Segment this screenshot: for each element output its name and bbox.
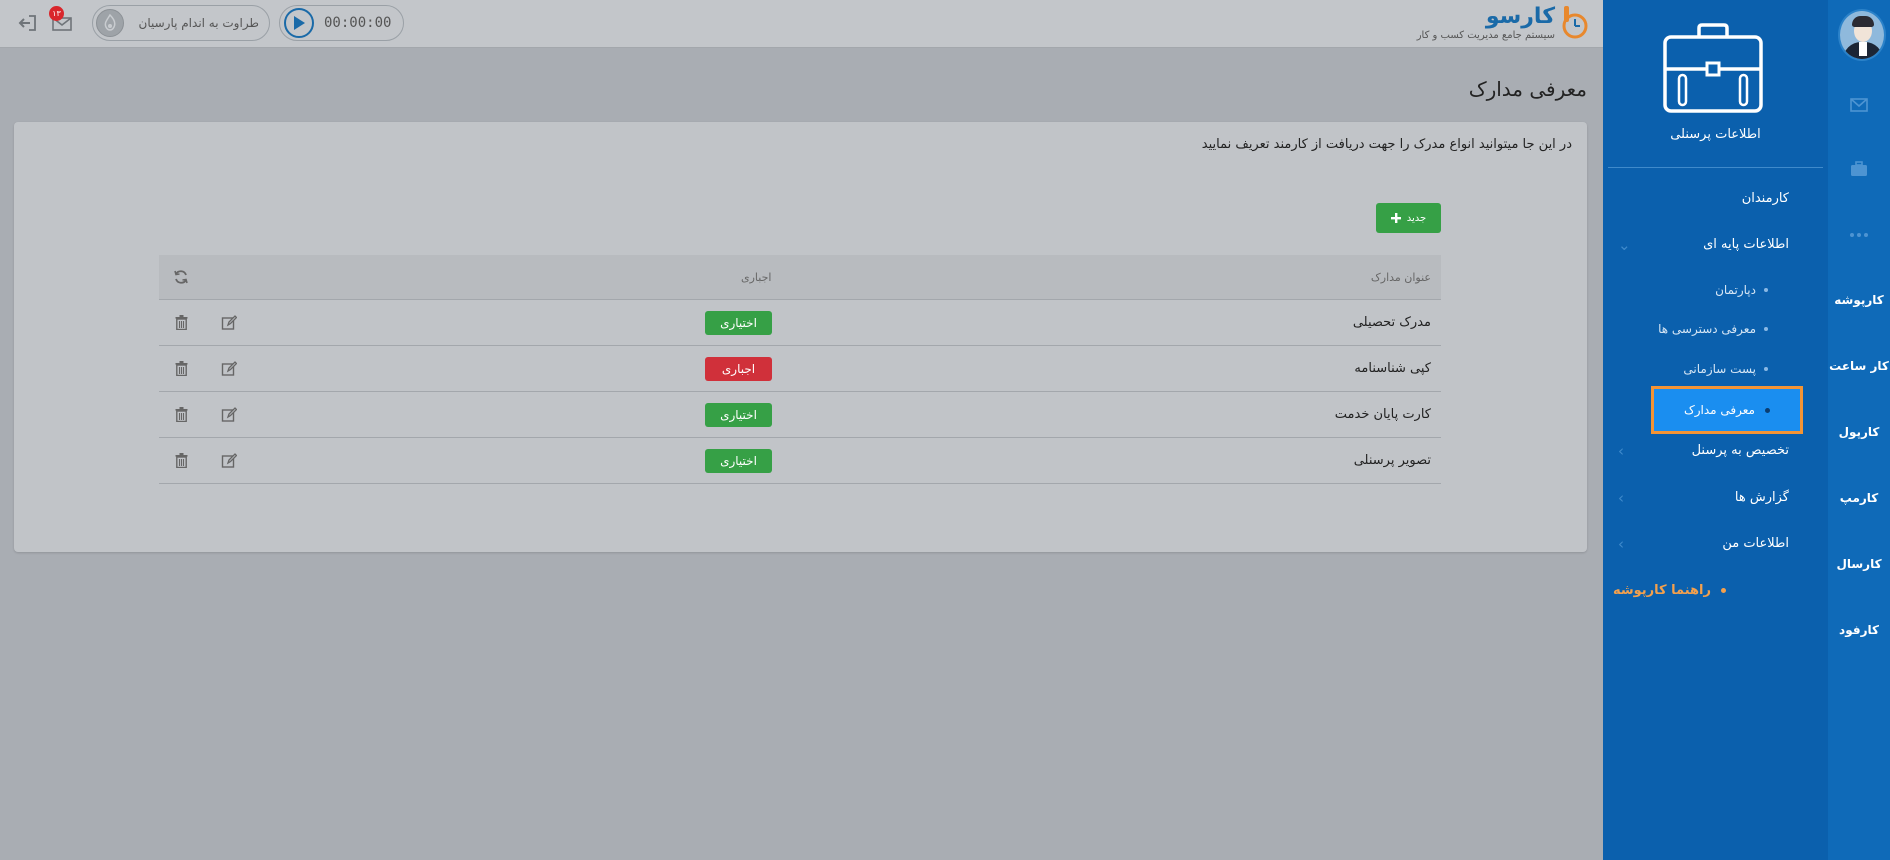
table-row: مدرک تحصیلی اختیاری (159, 300, 1441, 346)
edit-button[interactable] (221, 300, 237, 345)
sidebar-item-my-info[interactable]: اطلاعات من (1722, 536, 1789, 551)
edit-button[interactable] (221, 392, 237, 437)
header-title[interactable]: عنوان مدارک (1371, 255, 1431, 299)
table-row: کارت پایان خدمت اختیاری (159, 392, 1441, 438)
edit-icon (221, 314, 237, 330)
briefcase-small-icon[interactable] (1828, 157, 1890, 181)
messages-badge: ۱۳ (49, 6, 64, 21)
timer-value: 00:00:00 (324, 15, 392, 31)
stopwatch-logo-icon (1562, 6, 1588, 39)
document-title: تصویر پرسنلی (1353, 453, 1431, 468)
status-badge-cell: اختیاری (705, 438, 772, 483)
chevron-left-icon[interactable]: ‹ (1618, 491, 1624, 506)
logo-title: کارسو (1485, 4, 1555, 29)
table-row: کپی شناسنامه اجباری (159, 346, 1441, 392)
sidebar: اطلاعات پرسنلی کارمندان اطلاعات پایه ای … (1603, 0, 1828, 860)
rail-item-karmap[interactable]: کارمپ (1828, 491, 1890, 505)
sidebar-title: اطلاعات پرسنلی (1670, 127, 1761, 142)
documents-table: عنوان مدارک اجباری مدرک تحصیلی اختیاری ک… (159, 255, 1441, 484)
status-badge-cell: اختیاری (705, 392, 772, 437)
sidebar-divider (1608, 167, 1823, 168)
status-badge[interactable]: اجباری (705, 356, 772, 381)
rail-item-karsal[interactable]: کارسال (1828, 557, 1890, 571)
sidebar-subitem-department[interactable]: دپارتمان (1715, 283, 1768, 297)
delete-button[interactable] (175, 346, 188, 391)
trash-icon (175, 361, 188, 376)
avatar[interactable] (1838, 9, 1886, 61)
edit-button[interactable] (221, 438, 237, 483)
sign-out-icon (18, 15, 36, 31)
chevron-left-icon[interactable]: ‹ (1618, 444, 1624, 459)
header-required[interactable]: اجباری (741, 255, 771, 299)
trash-icon (175, 315, 188, 330)
company-selector[interactable]: طراوت به اندام پارسیان (92, 5, 270, 41)
bullet-dot (1764, 288, 1768, 292)
sidebar-item-reports[interactable]: گزارش ها (1735, 490, 1789, 505)
edit-icon (221, 406, 237, 422)
page-title: معرفی مدارک (1468, 77, 1587, 101)
bullet-dot (1764, 367, 1768, 371)
app-logo[interactable]: کارسو سیستم جامع مدیریت کسب و کار (1417, 4, 1589, 41)
table-row: تصویر پرسنلی اختیاری (159, 438, 1441, 484)
sidebar-item-basic-info[interactable]: اطلاعات پایه ای (1703, 237, 1789, 252)
sidebar-subitem-label: معرفی دسترسی ها (1658, 322, 1756, 336)
refresh-button[interactable] (173, 255, 189, 299)
delete-button[interactable] (175, 300, 188, 345)
company-logo-icon (96, 9, 124, 37)
trash-icon (175, 453, 188, 468)
rail-item-karposhe[interactable]: کارپوشه (1828, 293, 1890, 307)
content-card: در این جا میتوانید انواع مدرک را جهت دری… (14, 122, 1587, 552)
page-description: در این جا میتوانید انواع مدرک را جهت دری… (1201, 137, 1572, 152)
sidebar-subitem-label: معرفی مدارک (1684, 403, 1755, 417)
sidebar-subitem-label: پست سازمانی (1683, 362, 1756, 376)
sidebar-subitem-access[interactable]: معرفی دسترسی ها (1658, 322, 1768, 336)
plus-icon (1390, 213, 1401, 223)
status-badge[interactable]: اختیاری (705, 402, 772, 427)
bullet-dot (1764, 327, 1768, 331)
company-name: طراوت به اندام پارسیان (138, 16, 260, 30)
status-badge-cell: اختیاری (705, 300, 772, 345)
sidebar-subitem-label: دپارتمان (1715, 283, 1756, 297)
work-timer: 00:00:00 (279, 5, 404, 41)
top-header: کارسو سیستم جامع مدیریت کسب و کار 00:00:… (0, 0, 1603, 48)
chevron-down-icon[interactable]: ⌄ (1618, 238, 1631, 253)
envelope-icon[interactable] (1828, 93, 1890, 117)
status-badge-cell: اجباری (705, 346, 772, 391)
logo-subtitle: سیستم جامع مدیریت کسب و کار (1416, 30, 1555, 41)
status-badge[interactable]: اختیاری (705, 448, 772, 473)
edit-icon (221, 360, 237, 376)
edit-icon (221, 452, 237, 468)
table-header: عنوان مدارک اجباری (159, 255, 1441, 300)
rail-item-karpool[interactable]: کارپول (1828, 425, 1890, 439)
document-title: مدرک تحصیلی (1352, 315, 1431, 330)
add-new-button[interactable]: جدید (1376, 203, 1441, 233)
rail-item-karfood[interactable]: کارفود (1828, 623, 1890, 637)
bullet-dot (1721, 588, 1726, 593)
rail-item-karsaat[interactable]: کار ساعت (1828, 359, 1890, 373)
more-icon[interactable] (1828, 223, 1890, 247)
briefcase-icon (1663, 23, 1763, 113)
logout-button[interactable] (17, 14, 37, 32)
play-button[interactable] (284, 8, 314, 38)
edit-button[interactable] (221, 346, 237, 391)
add-new-label: جدید (1406, 212, 1427, 224)
document-title: کارت پایان خدمت (1334, 407, 1431, 422)
sidebar-item-guide[interactable]: راهنما کارپوشه (1613, 583, 1726, 598)
app-rail: کارپوشه کار ساعت کارپول کارمپ کارسال کار… (1828, 0, 1890, 860)
sidebar-item-assign[interactable]: تخصیص به پرسنل (1692, 443, 1789, 458)
chevron-left-icon[interactable]: ‹ (1618, 537, 1624, 552)
delete-button[interactable] (175, 438, 188, 483)
sidebar-subitem-position[interactable]: پست سازمانی (1683, 362, 1768, 376)
status-badge[interactable]: اختیاری (705, 310, 772, 335)
document-title: کپی شناسنامه (1354, 361, 1431, 376)
trash-icon (175, 407, 188, 422)
play-icon (294, 16, 305, 30)
sidebar-item-employees[interactable]: کارمندان (1742, 191, 1789, 206)
bullet-dot (1765, 407, 1770, 413)
refresh-icon (174, 270, 188, 284)
sidebar-subitem-documents[interactable]: معرفی مدارک (1651, 386, 1803, 434)
delete-button[interactable] (175, 392, 188, 437)
guide-label: راهنما کارپوشه (1612, 583, 1711, 598)
